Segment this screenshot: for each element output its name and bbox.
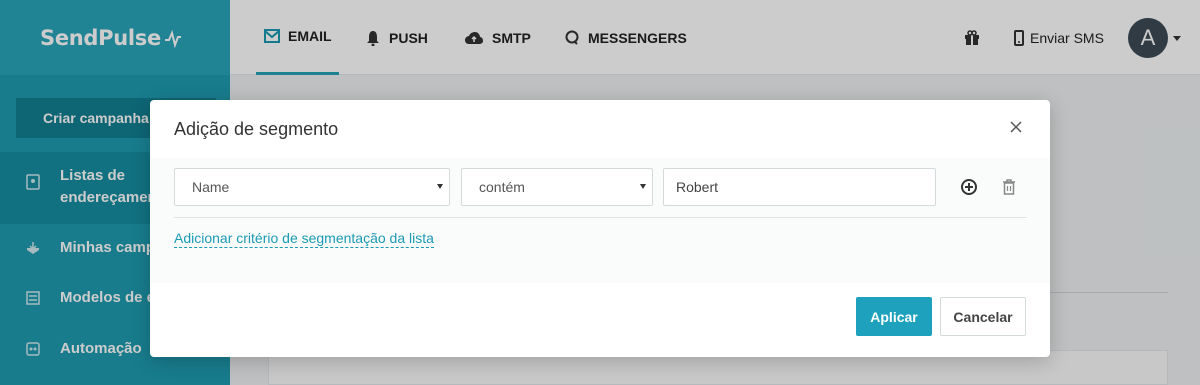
modal-title: Adição de segmento xyxy=(174,119,339,139)
field-select[interactable]: Name xyxy=(174,168,450,206)
trash-icon[interactable] xyxy=(1000,178,1018,196)
chevron-down-icon xyxy=(437,184,443,189)
cancel-button[interactable]: Cancelar xyxy=(940,297,1026,336)
add-criteria-link[interactable]: Adicionar critério de segmentação da lis… xyxy=(174,230,434,248)
row-divider xyxy=(174,217,1027,218)
value-input[interactable]: Robert xyxy=(663,168,936,206)
modal-body: Name contém Robert Adicionar critério de… xyxy=(150,158,1050,283)
close-icon[interactable] xyxy=(1008,119,1024,135)
segment-modal: Adição de segmento Name contém Robert Ad… xyxy=(150,100,1050,357)
operator-select[interactable]: contém xyxy=(461,168,653,206)
add-circle-icon[interactable] xyxy=(960,178,978,196)
apply-button[interactable]: Aplicar xyxy=(856,297,932,336)
chevron-down-icon xyxy=(640,184,646,189)
